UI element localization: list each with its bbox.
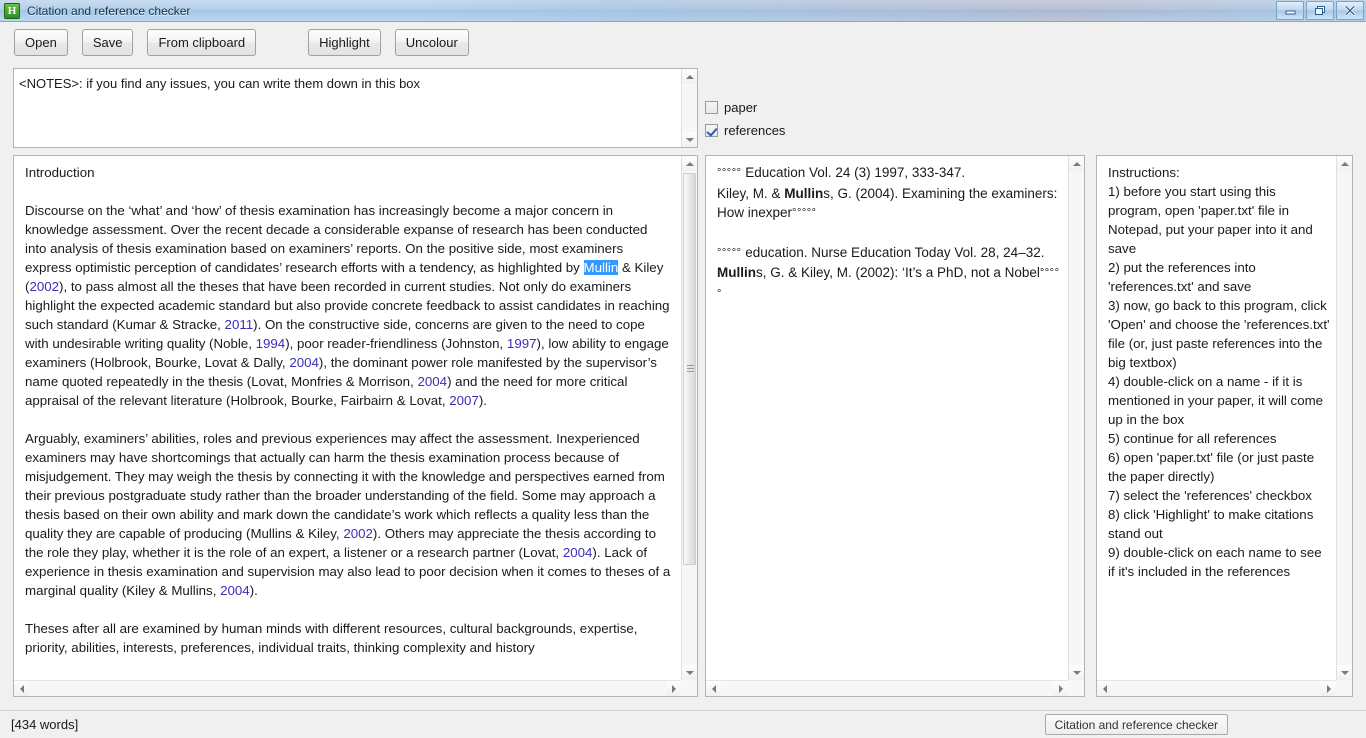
citation-year[interactable]: 2002 bbox=[29, 279, 59, 294]
scroll-down-icon[interactable] bbox=[1337, 665, 1352, 680]
reference-line-tail: education. Nurse Education Today Vol. 28… bbox=[741, 244, 1045, 260]
open-button[interactable]: Open bbox=[14, 28, 68, 56]
save-button[interactable]: Save bbox=[81, 28, 134, 56]
instruction-step: 3) now, go back to this program, click '… bbox=[1108, 298, 1330, 370]
uncolour-button[interactable]: Uncolour bbox=[394, 28, 469, 56]
restore-icon[interactable] bbox=[1306, 1, 1334, 20]
reference-line-post: s, G. & Kiley, M. (2002): ‘It’s a PhD, n… bbox=[756, 265, 1040, 280]
citation-year[interactable]: 2011 bbox=[225, 317, 254, 332]
scroll-left-icon[interactable] bbox=[1097, 681, 1112, 696]
window-controls bbox=[1276, 1, 1364, 20]
from-clipboard-button[interactable]: From clipboard bbox=[147, 28, 257, 56]
scroll-right-icon[interactable] bbox=[1321, 681, 1336, 696]
notes-text-value: <NOTES>: if you find any issues, you can… bbox=[19, 76, 421, 91]
paper-text-panel[interactable]: Introduction Discourse on the ‘what’ and… bbox=[13, 155, 698, 697]
word-count-label: [434 words] bbox=[11, 717, 79, 732]
scroll-right-icon[interactable] bbox=[666, 681, 681, 696]
scroll-up-icon[interactable] bbox=[1069, 156, 1084, 171]
references-vertical-scrollbar[interactable] bbox=[1068, 156, 1084, 680]
references-results-panel[interactable]: °°°°° Education Vol. 24 (3) 1997, 333-34… bbox=[705, 155, 1085, 697]
scroll-down-icon[interactable] bbox=[682, 132, 697, 147]
citation-year[interactable]: 2004 bbox=[417, 374, 447, 389]
instructions-vertical-scrollbar[interactable] bbox=[1336, 156, 1352, 680]
paper-scroll-thumb[interactable] bbox=[683, 173, 696, 565]
checkbox-row-paper[interactable]: paper bbox=[705, 96, 785, 119]
ellipsis-marker: °°°°° bbox=[792, 207, 817, 219]
paper-paragraph-2: Arguably, examiners’ abilities, roles an… bbox=[25, 431, 671, 598]
scrollbar-corner bbox=[1336, 680, 1352, 696]
window-title: Citation and reference checker bbox=[27, 3, 191, 18]
paper-paragraph-3: Theses after all are examined by human m… bbox=[25, 621, 638, 655]
instruction-step: 6) open 'paper.txt' file (or just paste … bbox=[1108, 450, 1315, 484]
notes-vertical-scrollbar[interactable] bbox=[681, 69, 697, 147]
title-bar: H Citation and reference checker bbox=[0, 0, 1366, 22]
scroll-up-icon[interactable] bbox=[1337, 156, 1352, 171]
paper-checkbox[interactable] bbox=[705, 101, 718, 114]
paper-horizontal-scrollbar[interactable] bbox=[14, 680, 681, 696]
paper-checkbox-label: paper bbox=[724, 100, 758, 115]
scroll-down-icon[interactable] bbox=[1069, 665, 1084, 680]
instructions-panel[interactable]: Instructions: 1) before you start using … bbox=[1096, 155, 1353, 697]
citation-year[interactable]: 2004 bbox=[563, 545, 593, 560]
citation-year[interactable]: 1997 bbox=[507, 336, 537, 351]
reference-line-pre: Kiley, M. & bbox=[717, 185, 785, 201]
reference-entry: °°°°° Education Vol. 24 (3) 1997, 333-34… bbox=[717, 163, 1060, 224]
references-checkbox[interactable] bbox=[705, 124, 718, 137]
citation-year[interactable]: 2002 bbox=[343, 526, 373, 541]
source-checkbox-group: paper references bbox=[705, 96, 785, 142]
instruction-step: 2) put the references into 'references.t… bbox=[1108, 260, 1256, 294]
scroll-thumb-grip bbox=[687, 365, 694, 373]
citation-year[interactable]: 1994 bbox=[256, 336, 286, 351]
citation-year[interactable]: 2004 bbox=[289, 355, 319, 370]
matched-name[interactable]: Mullin bbox=[784, 186, 823, 201]
instruction-step: 5) continue for all references bbox=[1108, 431, 1277, 446]
references-checkbox-label: references bbox=[724, 123, 786, 138]
reference-entry: °°°°° education. Nurse Education Today V… bbox=[717, 243, 1060, 305]
ellipsis-marker: °°°°° bbox=[717, 167, 742, 179]
paper-paragraph-1: Discourse on the ‘what’ and ‘how’ of the… bbox=[25, 203, 670, 408]
references-horizontal-scrollbar[interactable] bbox=[706, 680, 1068, 696]
instructions-content: Instructions: 1) before you start using … bbox=[1108, 163, 1330, 581]
notes-textarea[interactable]: <NOTES>: if you find any issues, you can… bbox=[13, 68, 698, 148]
paper-vertical-scrollbar[interactable] bbox=[681, 156, 697, 680]
scroll-up-icon[interactable] bbox=[682, 156, 697, 171]
scroll-left-icon[interactable] bbox=[14, 681, 29, 696]
scroll-up-icon[interactable] bbox=[682, 69, 697, 84]
status-bar: [434 words] Citation and reference check… bbox=[0, 710, 1366, 738]
app-icon: H bbox=[4, 2, 20, 19]
highlight-button[interactable]: Highlight bbox=[308, 28, 381, 56]
close-icon[interactable] bbox=[1336, 1, 1364, 20]
instructions-horizontal-scrollbar[interactable] bbox=[1097, 680, 1336, 696]
scroll-right-icon[interactable] bbox=[1053, 681, 1068, 696]
instruction-step: 8) click 'Highlight' to make citations s… bbox=[1108, 507, 1314, 541]
scroll-down-icon[interactable] bbox=[682, 665, 697, 680]
toolbar: Open Save From clipboard Highlight Uncol… bbox=[0, 23, 1366, 61]
checkbox-row-references[interactable]: references bbox=[705, 119, 785, 142]
citation-year[interactable]: 2004 bbox=[220, 583, 250, 598]
ellipsis-marker: °°°°° bbox=[717, 246, 742, 259]
instructions-heading: Instructions: bbox=[1108, 165, 1180, 180]
scroll-left-icon[interactable] bbox=[706, 681, 721, 696]
reference-line-tail: Education Vol. 24 (3) 1997, 333-347. bbox=[741, 165, 966, 180]
paper-heading: Introduction bbox=[25, 165, 95, 180]
title-bar-backdrop bbox=[0, 0, 1366, 21]
references-results-content: °°°°° Education Vol. 24 (3) 1997, 333-34… bbox=[717, 163, 1060, 304]
citation-year[interactable]: 2007 bbox=[449, 393, 479, 408]
matched-name[interactable]: Mullin bbox=[717, 265, 756, 280]
minimize-icon[interactable] bbox=[1276, 1, 1304, 20]
instruction-step: 4) double-click on a name - if it is men… bbox=[1108, 374, 1324, 427]
selected-word[interactable]: Mullin bbox=[583, 260, 619, 275]
instruction-step: 9) double-click on each name to see if i… bbox=[1108, 545, 1322, 579]
scrollbar-corner bbox=[681, 680, 697, 696]
instruction-step: 7) select the 'references' checkbox bbox=[1108, 488, 1312, 503]
instruction-step: 1) before you start using this program, … bbox=[1108, 184, 1313, 256]
scrollbar-corner bbox=[1068, 680, 1084, 696]
paper-text-content: Introduction Discourse on the ‘what’ and… bbox=[25, 163, 671, 657]
taskbar-button[interactable]: Citation and reference checker bbox=[1044, 714, 1228, 735]
